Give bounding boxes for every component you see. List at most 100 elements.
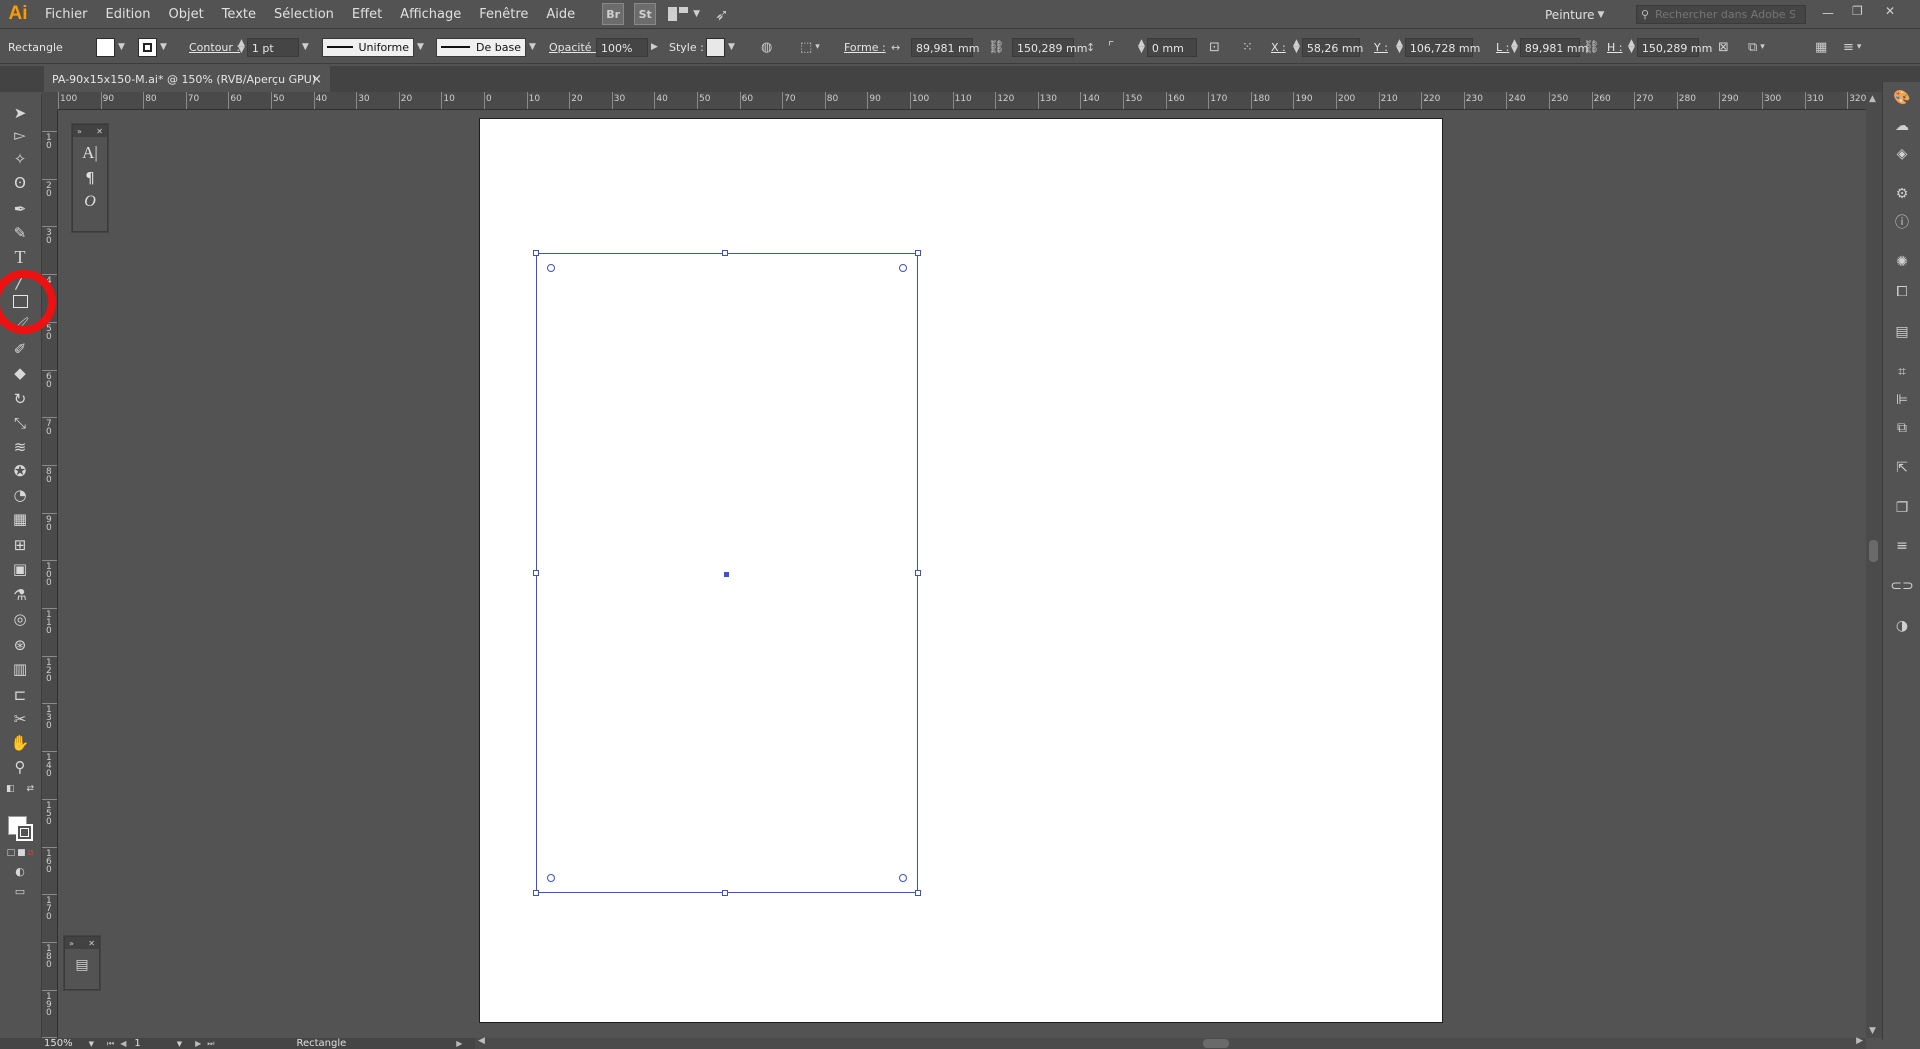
align-panel-icon[interactable]: ⊫ [1892, 390, 1912, 410]
stroke-swatch[interactable] [138, 37, 157, 57]
y-label[interactable]: Y : [1374, 41, 1388, 54]
y-field[interactable]: 106,728 mm [1404, 37, 1480, 57]
stepper-icon[interactable]: ▲ ▼ [1511, 39, 1518, 55]
arrange-documents-icon[interactable] [668, 7, 690, 21]
asset-export-icon[interactable]: ⚙ [1892, 184, 1912, 204]
close-tab-icon[interactable]: × [311, 72, 322, 87]
color-mode-icons[interactable]: □ ■ ⧄ [6, 846, 34, 860]
puppet-warp-tool-icon[interactable]: ✪ [6, 460, 34, 482]
resize-handle[interactable] [915, 570, 921, 576]
scroll-down-icon[interactable]: ▼ [1869, 1026, 1876, 1036]
slice-tool-icon[interactable]: ✂ [6, 708, 34, 730]
transform-panel-icon[interactable]: ⌗ [1892, 362, 1912, 382]
vertical-ruler[interactable]: 10 20 30 40 50 60 70 80 90 100 110 120 130 140 150 160 1… [42, 110, 58, 1040]
chevron-down-icon[interactable]: ▾ [1857, 42, 1862, 52]
restore-icon[interactable]: ❐ [1852, 4, 1863, 18]
symbol-sprayer-tool-icon[interactable]: ⊛ [6, 634, 34, 656]
opentype-icon[interactable]: O [73, 193, 107, 211]
shape-label[interactable]: Forme : [844, 41, 886, 54]
stock-search-input[interactable] [1653, 7, 1798, 22]
info-icon[interactable]: ⓘ [1892, 212, 1912, 232]
corner-radius-field[interactable]: 0 mm [1146, 37, 1197, 57]
stroke-profile-dropdown[interactable]: Uniforme [322, 37, 414, 57]
stock-button[interactable]: St [634, 3, 657, 25]
menu-objet[interactable]: Objet [159, 0, 212, 29]
last-artboard-icon[interactable]: ⏭ [207, 1039, 214, 1049]
chevron-down-icon[interactable]: ▼ [177, 1040, 182, 1048]
stepper-icon[interactable]: ▲ ▼ [238, 39, 245, 55]
stroke-label[interactable]: Contour : [189, 41, 240, 54]
canvas[interactable] [58, 110, 1866, 1038]
export-icon[interactable]: ⇱ [1892, 458, 1912, 478]
shaper-tool-icon[interactable]: ✐ [6, 338, 34, 360]
artboard-tool-icon[interactable]: ⊏ [6, 684, 34, 706]
chevron-down-icon[interactable]: ▼ [160, 42, 167, 52]
menu-texte[interactable]: Texte [213, 0, 265, 29]
width-tool-icon[interactable]: ≋ [6, 436, 34, 458]
stepper-icon[interactable]: ▲ ▼ [1396, 39, 1403, 55]
document-tab[interactable]: PA-90x15x150-M.ai* @ 150% (RVB/Aperçu GP… [44, 66, 330, 92]
menu-selection[interactable]: Sélection [265, 0, 343, 29]
color-panel-icon[interactable]: 🎨 [1892, 88, 1912, 108]
lasso-tool-icon[interactable]: ʘ [6, 172, 34, 194]
chevron-right-icon[interactable]: ▶ [651, 42, 658, 52]
panel-options-icon[interactable]: ▦ [1815, 40, 1827, 55]
gpu-performance-icon[interactable]: ➶ [715, 5, 728, 24]
next-artboard-icon[interactable]: ▶ [195, 1039, 201, 1048]
resize-handle[interactable] [722, 890, 728, 896]
mesh-tool-icon[interactable]: ⊞ [6, 534, 34, 556]
opacity-field[interactable]: 100% [596, 37, 648, 57]
default-colors-icon[interactable]: ◧ ⇄ [6, 782, 34, 796]
shape-width-field[interactable]: 89,981 mm [911, 37, 979, 57]
first-artboard-icon[interactable]: ⏮ [107, 1039, 114, 1049]
bridge-button[interactable]: Br [602, 3, 625, 25]
h-field[interactable]: 150,289 mm [1636, 37, 1712, 57]
gradient-panel-icon[interactable]: ▤ [1892, 322, 1912, 342]
properties-menu-icon[interactable]: ≡ [1843, 40, 1854, 55]
resize-handle[interactable] [533, 250, 539, 256]
x-field[interactable]: 58,26 mm [1301, 37, 1363, 57]
reference-point-icon[interactable]: ⁙ [1242, 40, 1253, 55]
status-menu-icon[interactable]: ▶ [456, 1039, 462, 1048]
l-label[interactable]: L : [1496, 41, 1509, 54]
prev-artboard-icon[interactable]: ◀ [120, 1039, 126, 1048]
horizontral-ruler[interactable]: 100 90 80 70 60 50 40 30 20 10 0 10 20 30 40 50 60 70 80 90… [58, 92, 1866, 110]
eyedropper-tool-icon[interactable]: ⚗ [6, 584, 34, 606]
resize-handle[interactable] [533, 570, 539, 576]
recolor-icon[interactable]: ◍ [761, 40, 772, 55]
transparency-icon[interactable]: ◑ [1892, 616, 1912, 636]
arrange-icon[interactable]: ⧉ [1748, 40, 1757, 55]
h-label[interactable]: H : [1607, 41, 1622, 54]
scale-tool-icon[interactable]: ⤡ [6, 412, 34, 434]
resize-handle[interactable] [915, 890, 921, 896]
chevron-down-icon[interactable]: ▾ [815, 42, 820, 52]
expand-icon[interactable]: » [69, 939, 74, 948]
hand-tool-icon[interactable]: ✋ [6, 732, 34, 754]
perspective-grid-tool-icon[interactable]: ▦ [6, 508, 34, 530]
scroll-left-icon[interactable]: ◀ [478, 1036, 485, 1046]
resize-handle[interactable] [722, 250, 728, 256]
eraser-tool-icon[interactable]: ◆ [6, 362, 34, 384]
chevron-down-icon[interactable]: ▼ [529, 42, 536, 52]
style-swatch[interactable] [706, 37, 725, 57]
workspace-switcher[interactable]: Peinture [1545, 8, 1595, 22]
stroke-panel-icon[interactable]: ≡ [1892, 536, 1912, 556]
drawing-modes-icon[interactable]: ◐ [6, 864, 34, 878]
corner-widget[interactable] [547, 264, 555, 272]
blend-tool-icon[interactable]: ◎ [6, 608, 34, 630]
menu-fenetre[interactable]: Fenêtre [470, 0, 537, 29]
panel-header[interactable]: » ✕ [73, 125, 107, 137]
pen-tool-icon[interactable]: ✒ [6, 198, 34, 220]
chevron-down-icon[interactable]: ▾ [1760, 42, 1765, 52]
shape-builder-tool-icon[interactable]: ◔ [6, 484, 34, 506]
magic-wand-tool-icon[interactable]: ✧ [6, 148, 34, 170]
artboards-dock-icon[interactable]: ❐ [1892, 498, 1912, 518]
scroll-up-icon[interactable]: ▲ [1869, 94, 1876, 104]
links-icon[interactable]: ⧠ [1892, 282, 1912, 302]
resize-handle[interactable] [533, 890, 539, 896]
chevron-down-icon[interactable]: ▼ [693, 9, 700, 19]
layers-icon[interactable]: ◈ [1892, 144, 1912, 164]
stepper-icon[interactable]: ▲ ▼ [1293, 39, 1300, 55]
character-icon[interactable]: A| [73, 143, 107, 163]
chevron-down-icon[interactable]: ▼ [1598, 10, 1605, 20]
